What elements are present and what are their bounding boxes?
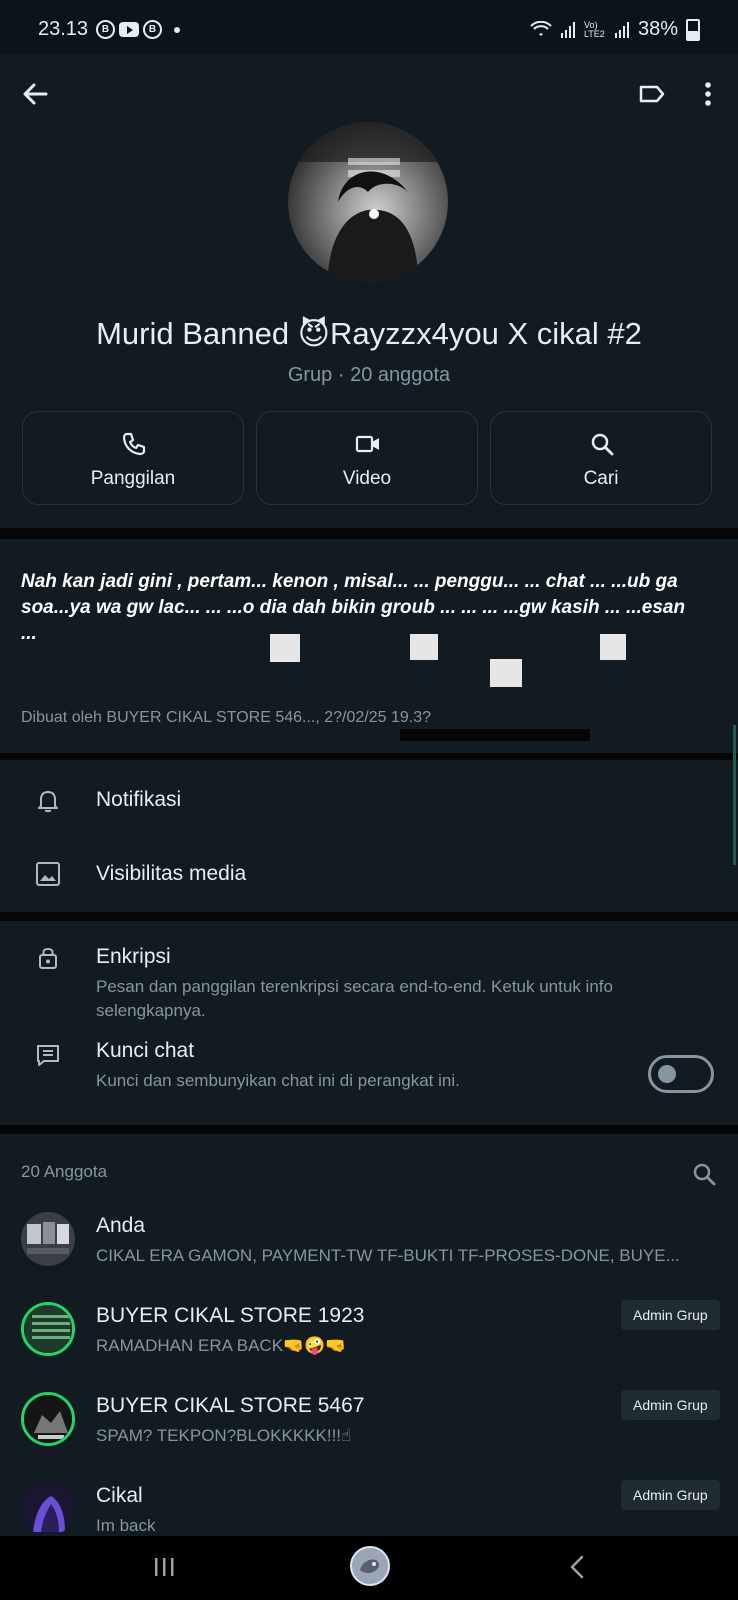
system-nav-bar (0, 1536, 738, 1600)
chat-lock-icon (37, 1045, 59, 1066)
section-divider (0, 1125, 738, 1134)
lock-icon (39, 948, 57, 969)
more-notifications-dot (174, 26, 180, 33)
label-icon[interactable] (636, 78, 668, 110)
app-b-icon: B (96, 20, 115, 39)
group-subtitle: Grup · 20 anggota (287, 364, 451, 386)
search-icon (591, 433, 614, 456)
wifi-icon (530, 20, 552, 36)
section-divider (0, 912, 738, 921)
redaction-mark (270, 634, 300, 662)
chat-lock-row[interactable]: Kunci chat Kunci dan sembunyikan chat in… (0, 1021, 738, 1121)
member-avatar (21, 1482, 75, 1536)
member-row[interactable]: Cikal Im back Admin Grup (0, 1464, 738, 1536)
member-avatar (21, 1392, 75, 1446)
search-label: Cari (583, 468, 619, 489)
search-button[interactable]: Cari (490, 411, 712, 505)
network-type: Vo) LTE2 (583, 19, 605, 39)
call-label: Panggilan (90, 468, 176, 489)
member-search-icon[interactable] (690, 1160, 718, 1188)
settings-group-2: Enkripsi Pesan dan panggilan terenkripsi… (0, 921, 738, 1125)
chat-lock-title: Kunci chat (96, 1039, 195, 1062)
chat-lock-subtitle: Kunci dan sembunyikan chat ini di perang… (96, 1071, 460, 1090)
member-name: BUYER CIKAL STORE 1923 (96, 1304, 365, 1327)
status-bar: 23.13 B B Vo) LTE2 38% (0, 0, 738, 54)
quick-actions: Panggilan Video Cari (22, 411, 712, 505)
group-description[interactable]: Nah kan jadi gini , pertam... kenon , mi… (0, 539, 738, 753)
call-button[interactable]: Panggilan (22, 411, 244, 505)
members-section: 20 Anggota Anda CIKAL ERA GAMON, PAYMENT… (0, 1134, 738, 1536)
scrollbar[interactable] (733, 725, 736, 865)
battery-percent: 38% (637, 18, 678, 40)
member-name: BUYER CIKAL STORE 5467 (96, 1394, 365, 1417)
toggle-knob (658, 1065, 676, 1083)
notifications-label: Notifikasi (96, 788, 182, 811)
youtube-icon (119, 22, 139, 37)
media-visibility-label: Visibilitas media (96, 862, 247, 885)
encryption-title: Enkripsi (96, 945, 171, 968)
image-icon (36, 862, 60, 886)
section-divider (0, 528, 738, 539)
bell-icon (38, 791, 58, 813)
admin-badge: Admin Grup (621, 1390, 720, 1420)
system-status: Vo) LTE2 38% (530, 18, 700, 41)
media-visibility-row[interactable]: Visibilitas media (0, 836, 738, 912)
back-button[interactable] (18, 76, 54, 112)
more-options-button[interactable] (692, 78, 724, 110)
member-avatar (21, 1302, 75, 1356)
recents-button[interactable] (152, 1556, 176, 1578)
admin-badge: Admin Grup (621, 1300, 720, 1330)
redaction-mark (490, 659, 522, 687)
group-info-header: Murid Banned 😈Rayzzx4you X cikal #2 Grup… (0, 54, 738, 559)
description-meta: Dibuat oleh BUYER CIKAL STORE 546..., 2?… (21, 709, 432, 726)
video-icon (355, 435, 379, 453)
signal-icon (560, 21, 575, 38)
battery-icon (686, 18, 700, 41)
group-avatar[interactable] (288, 122, 448, 282)
members-count: 20 Anggota (21, 1162, 108, 1181)
redaction-mark (600, 634, 626, 660)
encryption-subtitle: Pesan dan panggilan terenkripsi secara e… (96, 977, 613, 1020)
member-row[interactable]: BUYER CIKAL STORE 1923 RAMADHAN ERA BACK… (0, 1284, 738, 1374)
member-name: Anda (96, 1214, 146, 1237)
chat-lock-toggle[interactable] (648, 1055, 714, 1093)
signal-icon (614, 21, 629, 38)
app-b-icon: B (143, 20, 162, 39)
encryption-row[interactable]: Enkripsi Pesan dan panggilan terenkripsi… (0, 921, 738, 1021)
notifications-row[interactable]: Notifikasi (0, 760, 738, 836)
admin-badge: Admin Grup (621, 1480, 720, 1510)
section-divider (0, 753, 738, 760)
member-status: CIKAL ERA GAMON, PAYMENT-TW TF-BUKTI TF-… (96, 1246, 680, 1265)
video-label: Video (342, 468, 392, 489)
member-name: Cikal (96, 1484, 143, 1507)
video-button[interactable]: Video (256, 411, 478, 505)
member-row[interactable]: Anda CIKAL ERA GAMON, PAYMENT-TW TF-BUKT… (0, 1194, 738, 1284)
nav-back-button[interactable] (566, 1554, 588, 1580)
member-status: Im back (96, 1516, 156, 1535)
member-row[interactable]: BUYER CIKAL STORE 5467 SPAM? TEKPON?BLOK… (0, 1374, 738, 1464)
home-avatar-icon (360, 1559, 379, 1573)
description-text: Nah kan jadi gini , pertam... kenon , mi… (21, 571, 686, 644)
notification-icons: B B (96, 20, 180, 39)
redaction-mark (400, 729, 590, 741)
redaction-mark (410, 634, 438, 660)
home-button[interactable] (350, 1546, 390, 1586)
settings-group-1: Notifikasi Visibilitas media (0, 760, 738, 912)
group-title[interactable]: Murid Banned 😈Rayzzx4you X cikal #2 (0, 316, 738, 352)
member-avatar (21, 1212, 75, 1266)
member-status: SPAM? TEKPON?BLOKKKKK!!!☝ (96, 1426, 352, 1445)
member-status: RAMADHAN ERA BACK🤜🤪🤜 (96, 1336, 347, 1355)
phone-icon (122, 432, 146, 456)
status-time: 23.13 (38, 18, 89, 40)
